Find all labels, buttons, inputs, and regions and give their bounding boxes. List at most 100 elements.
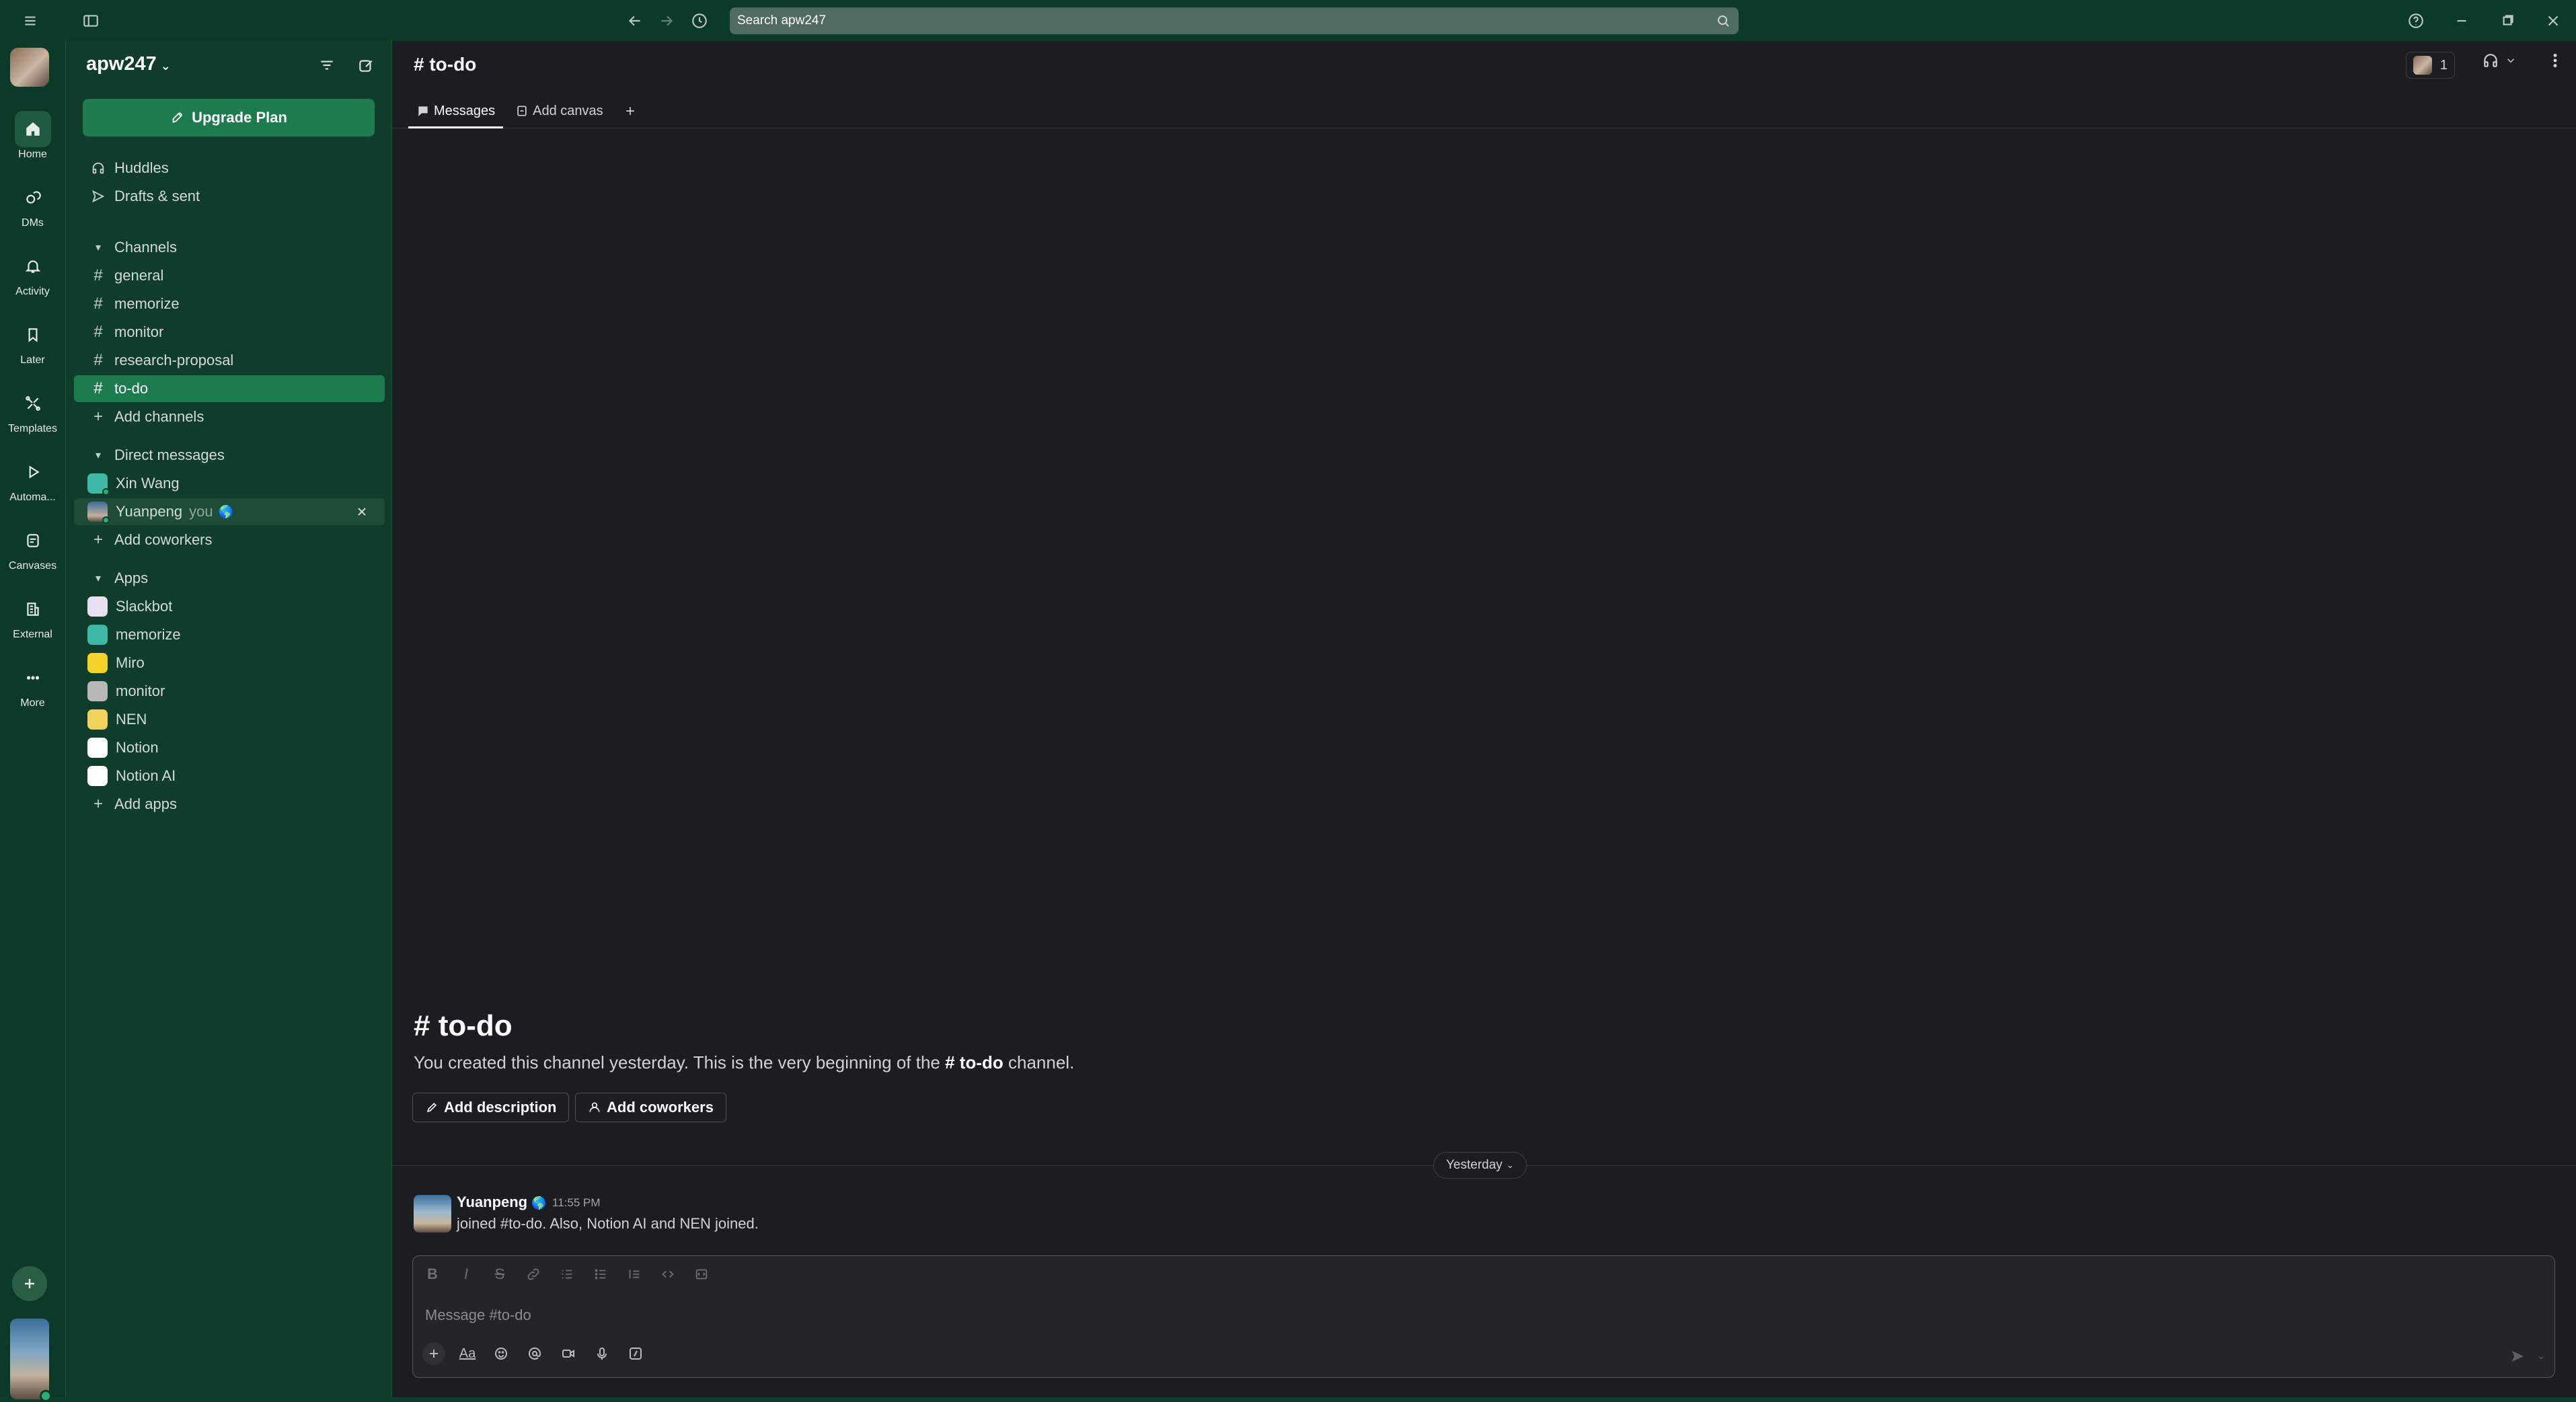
send-icon[interactable] [2507, 1346, 2528, 1366]
microphone-icon[interactable] [591, 1342, 613, 1365]
rail-more[interactable]: More [0, 656, 65, 717]
channel-research-proposal[interactable]: # research-proposal [74, 347, 385, 374]
app-nen[interactable]: NEN [74, 706, 385, 733]
rail-automations[interactable]: Automa... [0, 450, 65, 512]
sidebar-item-huddles[interactable]: Huddles [74, 155, 385, 182]
channel-general[interactable]: # general [74, 262, 385, 289]
workspace-avatar[interactable] [10, 48, 49, 87]
shortcuts-icon[interactable] [624, 1342, 647, 1365]
app-slackbot[interactable]: Slackbot [74, 593, 385, 620]
date-divider-button[interactable]: Yesterday ⌄ [1433, 1152, 1527, 1179]
message-avatar[interactable] [414, 1195, 451, 1233]
hamburger-menu-icon[interactable] [19, 9, 42, 32]
close-window-icon[interactable] [2542, 9, 2565, 32]
avatar [87, 502, 110, 524]
plus-icon[interactable] [422, 1342, 445, 1365]
tab-messages[interactable]: Messages [408, 93, 504, 128]
help-icon[interactable] [2404, 9, 2427, 32]
mention-icon[interactable] [523, 1342, 546, 1365]
dm-yuanpeng[interactable]: Yuanpeng you 🌎 [74, 498, 385, 525]
strikethrough-icon[interactable]: S [490, 1264, 510, 1284]
message-timestamp[interactable]: 11:55 PM [552, 1196, 601, 1210]
section-label: Channels [114, 239, 177, 256]
chevron-down-icon: ⌄ [160, 59, 171, 73]
numbered-list-icon[interactable] [557, 1264, 577, 1284]
message-author[interactable]: Yuanpeng 🌎 [457, 1194, 547, 1211]
link-icon[interactable] [523, 1264, 543, 1284]
section-channels[interactable]: ▾ Channels [74, 234, 385, 261]
rail-dms[interactable]: DMs [0, 176, 65, 237]
dm-xin-wang[interactable]: Xin Wang [74, 470, 385, 497]
sidebar-item-drafts[interactable]: Drafts & sent [74, 183, 385, 210]
section-direct-messages[interactable]: ▾ Direct messages [74, 442, 385, 469]
bulleted-list-icon[interactable] [591, 1264, 611, 1284]
rail-external[interactable]: External [0, 587, 65, 649]
video-icon[interactable] [557, 1342, 580, 1365]
channel-memorize[interactable]: # memorize [74, 290, 385, 317]
channel-monitor[interactable]: # monitor [74, 319, 385, 346]
rail-canvases[interactable]: Canvases [0, 518, 65, 580]
blockquote-icon[interactable] [624, 1264, 644, 1284]
message-input[interactable] [425, 1303, 2510, 1327]
rail-templates[interactable]: Templates [0, 381, 65, 443]
member-avatar [2413, 56, 2432, 75]
upgrade-plan-button[interactable]: Upgrade Plan [83, 99, 375, 137]
bold-icon[interactable]: B [422, 1264, 443, 1284]
emoji-icon[interactable] [490, 1342, 513, 1365]
forward-arrow-icon[interactable] [655, 9, 678, 32]
add-coworkers-intro-button[interactable]: Add coworkers [575, 1093, 726, 1122]
plus-icon: + [93, 795, 103, 813]
intro-channel-name[interactable]: # to-do [945, 1052, 1003, 1073]
italic-icon[interactable]: I [456, 1264, 476, 1284]
add-description-button[interactable]: Add description [412, 1093, 570, 1122]
search-icon [1715, 13, 1731, 29]
add-channels-button[interactable]: + Add channels [74, 403, 385, 430]
code-block-icon[interactable] [691, 1264, 712, 1284]
app-miro[interactable]: Miro [74, 650, 385, 676]
tab-label: Messages [434, 103, 496, 118]
members-button[interactable]: 1 [2405, 52, 2455, 79]
app-notion-ai[interactable]: Notion AI [74, 763, 385, 789]
headphones-icon [87, 161, 109, 176]
intro-text-part: channel. [1003, 1052, 1075, 1073]
monitor-app-icon [87, 681, 108, 701]
code-icon[interactable] [658, 1264, 678, 1284]
intro-text-part: You created this channel yesterday. This… [414, 1052, 946, 1073]
app-notion[interactable]: Notion [74, 734, 385, 761]
rail-later[interactable]: Later [0, 313, 65, 375]
add-coworkers-button[interactable]: + Add coworkers [74, 527, 385, 553]
sidebar-toggle-icon[interactable] [79, 9, 102, 32]
text-format-icon[interactable]: Aa [456, 1342, 479, 1365]
huddle-button[interactable] [2482, 52, 2517, 69]
workspace-name-button[interactable]: apw247 ⌄ [86, 53, 171, 75]
add-apps-button[interactable]: + Add apps [74, 791, 385, 818]
add-tab-button[interactable] [615, 93, 649, 128]
nen-icon [87, 709, 108, 730]
chevron-down-icon[interactable]: ⌄ [2537, 1350, 2545, 1362]
close-icon[interactable] [352, 502, 371, 521]
search-bar[interactable]: Search apw247 [730, 7, 1739, 34]
filter-icon[interactable] [315, 53, 339, 77]
rail-home[interactable]: Home [0, 107, 65, 169]
add-channels-label: Add channels [114, 408, 204, 425]
add-workspace-button[interactable] [12, 1266, 47, 1301]
section-apps[interactable]: ▾ Apps [74, 565, 385, 592]
person-icon [589, 1102, 600, 1112]
channel-more-button[interactable] [2546, 52, 2564, 69]
app-monitor[interactable]: monitor [74, 678, 385, 705]
channel-title[interactable]: # to-do [414, 54, 476, 75]
message-composer: B I S Aa ⌄ [412, 1255, 2555, 1378]
rail-activity[interactable]: Activity [0, 244, 65, 306]
compose-icon[interactable] [354, 53, 378, 77]
app-memorize[interactable]: memorize [74, 621, 385, 648]
user-avatar[interactable] [10, 1319, 52, 1402]
back-arrow-icon[interactable] [623, 9, 646, 32]
plus-icon [25, 1279, 34, 1288]
channel-to-do[interactable]: # to-do [74, 375, 385, 402]
rail-label: Automa... [9, 492, 56, 503]
history-clock-icon[interactable] [688, 9, 711, 32]
minimize-icon[interactable] [2450, 9, 2473, 32]
restore-icon[interactable] [2496, 9, 2519, 32]
home-icon [14, 111, 51, 147]
tab-add-canvas[interactable]: Add canvas [507, 93, 611, 128]
